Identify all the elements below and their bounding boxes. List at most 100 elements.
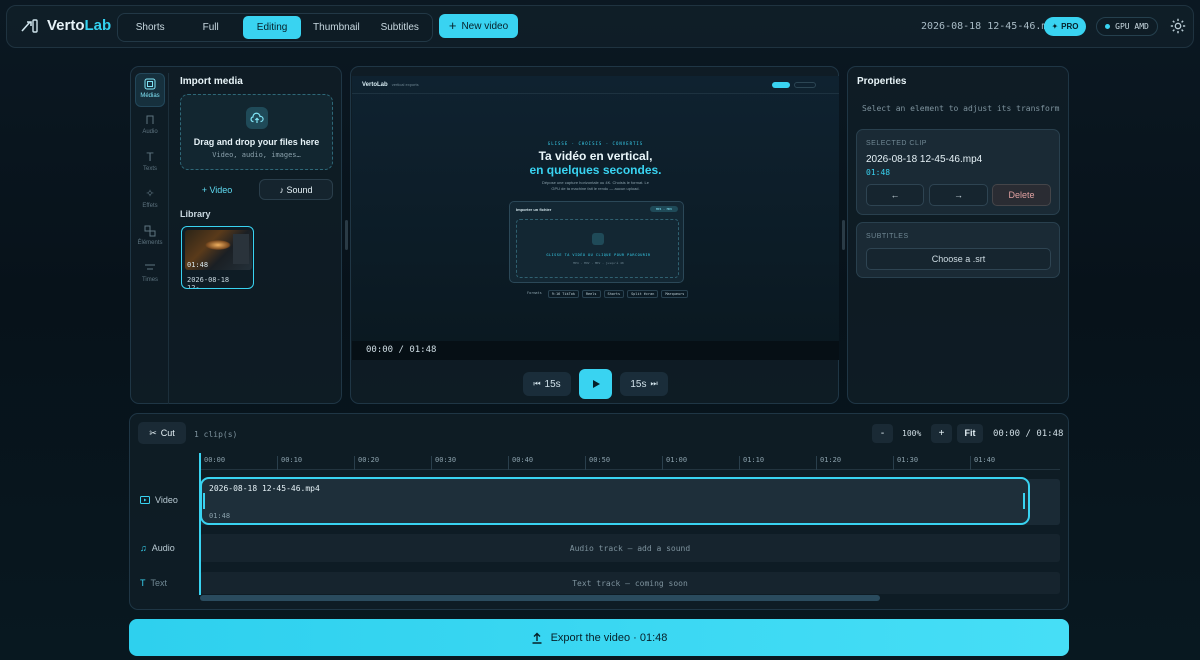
move-right-button[interactable]: → [929, 184, 988, 206]
tab-thumbnail[interactable]: Thumbnail [305, 16, 367, 39]
ruler-tick: 01:10 [739, 456, 764, 470]
tab-subtitles[interactable]: Subtitles [372, 16, 428, 39]
logo-name-a: Verto [47, 17, 85, 34]
timeline-clip-name: 2026-08-18 12-45-46.mp4 [209, 484, 320, 493]
text-track[interactable]: Text track — coming soon [200, 572, 1060, 594]
rail-item-texts[interactable]: T Texts [135, 147, 165, 181]
tab-shorts[interactable]: Shorts [122, 16, 178, 39]
play-icon [592, 380, 600, 388]
choose-srt-button[interactable]: Choose a .srt [866, 248, 1051, 270]
shapes-icon [144, 225, 156, 237]
audio-track[interactable]: Audio track — add a sound [200, 534, 1060, 562]
text-icon: T [146, 150, 154, 164]
skip-forward-icon: ⏭ [650, 379, 658, 388]
subtitles-card: SUBTITLES Choose a .srt [856, 222, 1060, 278]
app-logo[interactable]: VertoLab [21, 17, 111, 34]
music-icon [146, 115, 154, 124]
rail-item-audio[interactable]: Audio [135, 110, 165, 144]
rail-label: Audio [142, 129, 158, 135]
fit-button[interactable]: Fit [957, 424, 983, 443]
track-label-text: T Text [140, 578, 167, 588]
zoom-level: 100% [902, 429, 922, 438]
cut-button[interactable]: ✂ Cut [138, 422, 186, 444]
preview-kicker: GLISSE · CHOISIS · CONVERTIS [547, 141, 644, 146]
preview-timecode: 00:00 / 01:48 [352, 341, 839, 360]
ruler-tick: 01:30 [893, 456, 918, 470]
selected-clip-label: SELECTED CLIP [866, 140, 927, 147]
zoom-out-button[interactable]: - [872, 424, 893, 443]
media-icon [144, 78, 156, 90]
skip-forward-button[interactable]: 15s ⏭ [620, 372, 668, 396]
preview-drop-sub: MP4 · MOV · MKV · jusqu'à 4K [573, 261, 624, 265]
rail-label: Effets [142, 203, 158, 209]
trim-handle-left[interactable] [203, 493, 205, 509]
scissors-icon: ✂ [149, 427, 157, 438]
timeline-clip[interactable]: 2026-08-18 12-45-46.mp4 01:48 [200, 477, 1030, 525]
logo-name-b: Lab [84, 17, 112, 34]
preview-chip: Shorts [603, 290, 625, 298]
preview-chip: Formats [527, 291, 542, 295]
add-video-button[interactable]: + Video [180, 179, 254, 200]
preview-desc-1: Dépose une capture horizontale ou 4K. Ch… [542, 180, 649, 185]
selected-clip-duration: 01:48 [866, 168, 891, 177]
clip-duration: 01:48 [187, 261, 209, 269]
track-label-video: Video [140, 495, 178, 505]
properties-title: Properties [857, 76, 907, 87]
tab-editing[interactable]: Editing [242, 16, 302, 39]
zoom-in-button[interactable]: + [931, 424, 952, 443]
rail-label: Times [141, 277, 159, 283]
plus-icon: + [448, 18, 457, 33]
skip-back-label: 15s [544, 378, 561, 390]
track-text-label: Text [150, 578, 168, 588]
text-track-icon: T [140, 578, 146, 588]
sparkle-icon: ✦ [1051, 22, 1059, 31]
skip-forward-label: 15s [630, 378, 647, 390]
selected-clip-card: SELECTED CLIP 2026-08-18 12-45-46.mp4 01… [856, 129, 1060, 215]
video-preview[interactable]: VertoLab vertical exports GLISSE · CHOIS… [352, 76, 839, 360]
timeline-scrollbar[interactable] [200, 595, 880, 601]
playhead[interactable] [199, 453, 201, 595]
drop-zone[interactable]: Drag and drop your files here Video, aud… [180, 94, 333, 170]
play-button[interactable] [579, 369, 612, 399]
properties-panel: Properties Select an element to adjust i… [847, 66, 1069, 404]
rail-item-medias[interactable]: Médias [135, 73, 165, 107]
timeline-clip-duration: 01:48 [209, 512, 231, 520]
library-clip[interactable]: 01:48 2026-08-18 12-... [181, 226, 254, 289]
ruler-tick: 00:50 [585, 456, 610, 470]
rail-item-elements[interactable]: Éléments [135, 221, 165, 255]
timeline-timecode: 00:00 / 01:48 [993, 429, 1064, 439]
rail-item-effets[interactable]: ✧ Effets [135, 184, 165, 218]
skip-back-button[interactable]: ⏮ 15s [523, 372, 571, 396]
ruler-tick: 00:00 [200, 456, 225, 470]
preview-upload-icon [592, 233, 604, 245]
preview-import-card: Importer un fichier MP4 · MOV GLISSE TA … [509, 201, 684, 283]
preview-headline-2: en quelques secondes. [529, 163, 662, 177]
preview-card-badge: MP4 · MOV [650, 206, 678, 212]
resize-handle-left[interactable] [345, 220, 348, 250]
pro-badge[interactable]: ✦ PRO [1044, 17, 1086, 36]
pro-label: PRO [1061, 22, 1079, 31]
tab-full[interactable]: Full [182, 16, 238, 39]
preview-chip: Split écran [627, 290, 659, 298]
cut-label: Cut [160, 428, 175, 438]
gear-icon[interactable] [1169, 17, 1187, 35]
top-bar: VertoLab Shorts Full Editing Thumbnail S… [6, 5, 1194, 48]
add-sound-button[interactable]: ♪ Sound [259, 179, 333, 200]
library-title: Library [180, 209, 211, 219]
resize-handle-right[interactable] [842, 220, 845, 250]
export-button[interactable]: Export the video · 01:48 [129, 619, 1069, 656]
gpu-label: GPU AMD [1115, 22, 1149, 31]
times-icon [145, 264, 155, 270]
preview-tagline: vertical exports [391, 82, 419, 87]
trim-handle-right[interactable] [1023, 493, 1025, 509]
preview-chip: Marqueurs [661, 290, 689, 298]
rail-item-times[interactable]: Times [135, 258, 165, 292]
rail-label: Éléments [137, 240, 163, 246]
delete-button[interactable]: Delete [992, 184, 1051, 206]
move-left-button[interactable]: ← [866, 184, 924, 206]
preview-gpu-pill [794, 82, 816, 88]
new-video-button[interactable]: + New video [439, 14, 518, 38]
time-ruler[interactable]: 00:00 00:10 00:20 00:30 00:40 00:50 01:00 01:10… [200, 456, 1060, 470]
import-media-title: Import media [180, 76, 243, 87]
preview-desc-2: GPU de ta machine fait le rendu — aucun … [551, 186, 640, 191]
